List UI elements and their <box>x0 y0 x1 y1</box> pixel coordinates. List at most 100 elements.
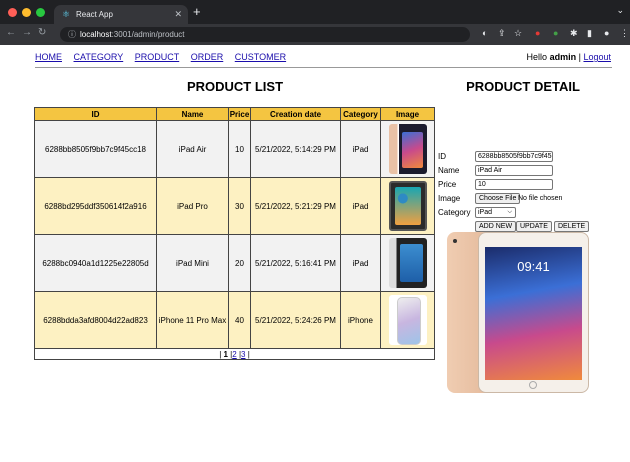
category-label: Category <box>438 208 471 217</box>
cell-date: 5/21/2022, 5:24:26 PM <box>250 291 341 349</box>
name-label: Name <box>438 166 460 175</box>
file-status: No file chosen <box>518 195 563 202</box>
add-new-button[interactable]: ADD NEW <box>475 221 517 232</box>
id-field[interactable]: 6288bb8505f9bb7c9f45cc18 <box>475 151 553 162</box>
bookmark-star-icon[interactable]: ☆ <box>514 28 522 39</box>
cell-name: iPhone 11 Pro Max <box>156 291 229 349</box>
page-link-2[interactable]: 2 <box>232 350 236 359</box>
extensions-puzzle-icon[interactable]: ✱ <box>570 28 578 39</box>
cell-date: 5/21/2022, 5:21:29 PM <box>250 177 341 235</box>
info-icon[interactable]: ⓘ <box>68 30 76 39</box>
back-icon[interactable]: ← <box>6 27 16 38</box>
category-select[interactable]: iPad ⌵ <box>475 207 516 218</box>
separator: | <box>578 52 581 62</box>
cell-id: 6288bb8505f9bb7c9f45cc18 <box>34 120 157 178</box>
home-button <box>529 381 537 389</box>
cell-price: 30 <box>228 177 251 235</box>
top-menu: HOME CATEGORY PRODUCT ORDER CUSTOMER <box>35 52 295 62</box>
cell-price: 10 <box>228 120 251 178</box>
url-host: localhost <box>80 30 112 39</box>
col-header-price: Price <box>228 107 251 121</box>
close-icon[interactable]: ✕ <box>174 5 182 24</box>
cell-date: 5/21/2022, 5:14:29 PM <box>250 120 341 178</box>
user-greeting: Hello admin | Logout <box>527 52 611 62</box>
price-label: Price <box>438 180 457 189</box>
name-field[interactable]: iPad Air <box>475 165 553 176</box>
table-row[interactable]: 6288bdda3afd8004d22ad823 iPhone 11 Pro M… <box>34 291 435 349</box>
col-header-id: ID <box>34 107 157 121</box>
table-header-row: ID Name Price Creation date Category Ima… <box>34 107 435 121</box>
cell-image <box>380 177 435 235</box>
minimize-window-button[interactable] <box>22 8 31 17</box>
address-bar: ← → ↻ ⓘ localhost:3001/admin/product ◐ ⇪ … <box>0 24 630 45</box>
username: admin <box>549 52 577 62</box>
maximize-window-button[interactable] <box>36 8 45 17</box>
update-button[interactable]: UPDATE <box>516 221 552 232</box>
ipad-air-thumbnail <box>388 124 427 174</box>
ipad-pro-thumbnail <box>388 181 427 231</box>
category-selected: iPad <box>478 209 493 216</box>
chevron-down-icon[interactable]: ⌄ <box>616 5 624 16</box>
pager-row: | 1 |2 |3 | <box>34 348 435 360</box>
react-icon: ⚛ <box>62 9 71 19</box>
menu-home-link[interactable]: HOME <box>35 52 62 62</box>
cell-category: iPad <box>340 234 381 292</box>
cell-id: 6288bdda3afd8004d22ad823 <box>34 291 157 349</box>
forward-icon[interactable]: → <box>22 27 32 38</box>
id-label: ID <box>438 152 446 161</box>
page-current: 1 <box>223 349 228 359</box>
cell-category: iPad <box>340 120 381 178</box>
camera-dot <box>453 239 457 243</box>
cell-name: iPad Air <box>156 120 229 178</box>
cell-name: iPad Mini <box>156 234 229 292</box>
cell-category: iPad <box>340 177 381 235</box>
extension-icon[interactable]: ● <box>553 28 558 38</box>
extension-icon[interactable]: ● <box>535 28 540 38</box>
reload-icon[interactable]: ↻ <box>38 27 46 38</box>
col-header-name: Name <box>156 107 229 121</box>
menu-customer-link[interactable]: CUSTOMER <box>235 52 286 62</box>
hello-text: Hello <box>526 52 548 62</box>
pagination: | 1 |2 |3 | <box>34 348 435 360</box>
profile-icon[interactable]: ● <box>604 28 609 38</box>
ipad-front-view: 09:41 <box>478 232 589 393</box>
page-link-3[interactable]: 3 <box>241 350 245 359</box>
close-window-button[interactable] <box>8 8 17 17</box>
cell-image <box>380 291 435 349</box>
new-tab-icon[interactable]: + <box>193 4 201 19</box>
table-row[interactable]: 6288bd295ddf350614f2a916 iPad Pro 30 5/2… <box>34 177 435 235</box>
menu-product-link[interactable]: PRODUCT <box>135 52 180 62</box>
tab-title: React App <box>76 10 113 19</box>
more-menu-icon[interactable]: ⋮ <box>620 28 629 39</box>
chevron-down-icon: ⌵ <box>507 209 512 215</box>
logout-link[interactable]: Logout <box>583 52 611 62</box>
menu-divider <box>35 67 612 68</box>
browser-titlebar: ⚛ React App ✕ + ⌄ <box>0 0 630 24</box>
cell-price: 40 <box>228 291 251 349</box>
cell-id: 6288bc0940a1d1225e22805d <box>34 234 157 292</box>
delete-button[interactable]: DELETE <box>554 221 590 232</box>
cell-price: 20 <box>228 234 251 292</box>
choose-file-button[interactable]: Choose File <box>475 193 521 204</box>
table-row[interactable]: 6288bb8505f9bb7c9f45cc18 iPad Air 10 5/2… <box>34 120 435 178</box>
share-icon[interactable]: ⇪ <box>498 28 506 39</box>
ipad-clock: 09:41 <box>517 259 550 274</box>
cell-date: 5/21/2022, 5:16:41 PM <box>250 234 341 292</box>
ipad-screen: 09:41 <box>485 247 582 380</box>
price-field[interactable]: 10 <box>475 179 553 190</box>
cell-category: iPhone <box>340 291 381 349</box>
sidebar-icon[interactable]: ▮ <box>587 28 592 39</box>
google-lens-icon[interactable]: ◐ <box>482 28 487 38</box>
cell-name: iPad Pro <box>156 177 229 235</box>
menu-order-link[interactable]: ORDER <box>191 52 224 62</box>
url-input[interactable]: ⓘ localhost:3001/admin/product <box>60 27 470 42</box>
cell-id: 6288bd295ddf350614f2a916 <box>34 177 157 235</box>
menu-category-link[interactable]: CATEGORY <box>74 52 124 62</box>
table-row[interactable]: 6288bc0940a1d1225e22805d iPad Mini 20 5/… <box>34 234 435 292</box>
product-list-title: PRODUCT LIST <box>186 79 284 94</box>
iphone-thumbnail <box>388 295 427 345</box>
col-header-category: Category <box>340 107 381 121</box>
ipad-mini-thumbnail <box>388 238 427 288</box>
page-content: HOME CATEGORY PRODUCT ORDER CUSTOMER Hel… <box>0 45 630 462</box>
browser-tab[interactable]: ⚛ React App ✕ <box>54 5 188 24</box>
